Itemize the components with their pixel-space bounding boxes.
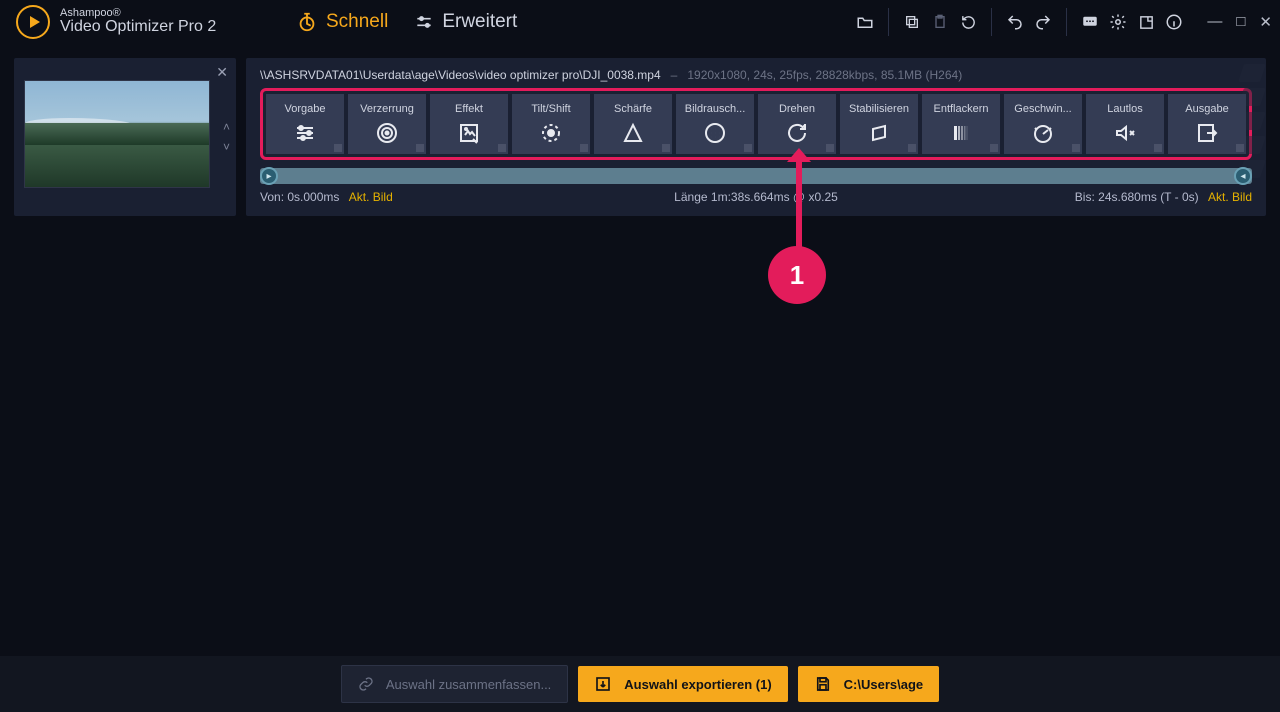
paste-icon[interactable] bbox=[931, 13, 949, 31]
timeline-handle-end[interactable]: ◂ bbox=[1234, 167, 1252, 185]
video-thumbnail[interactable] bbox=[24, 80, 210, 188]
close-button[interactable]: ✕ bbox=[1259, 13, 1272, 31]
entflackern-icon bbox=[949, 121, 973, 145]
window-icon[interactable] bbox=[1137, 13, 1155, 31]
tool-verzerrung[interactable]: Verzerrung bbox=[348, 94, 426, 154]
annotation-badge: 1 bbox=[768, 246, 826, 304]
footer-bar: Auswahl zusammenfassen... Auswahl export… bbox=[0, 656, 1280, 712]
redo-icon[interactable] bbox=[1034, 13, 1052, 31]
stopwatch-icon bbox=[296, 11, 318, 33]
tool-vorgabe[interactable]: Vorgabe bbox=[266, 94, 344, 154]
drehen-icon bbox=[785, 121, 809, 145]
to-label: Bis: bbox=[1075, 190, 1095, 204]
mode-advanced[interactable]: Erweitert bbox=[414, 11, 517, 33]
thumb-next-icon[interactable]: ˅ bbox=[223, 140, 230, 154]
tool-label: Tilt/Shift bbox=[527, 103, 574, 115]
annotation-arrow bbox=[796, 160, 802, 250]
from-value: 0s.000ms bbox=[287, 190, 339, 204]
titlebar: Ashampoo® Video Optimizer Pro 2 Schnell … bbox=[0, 0, 1280, 44]
mode-fast-label: Schnell bbox=[326, 11, 388, 33]
tool-entflackern[interactable]: Entflackern bbox=[922, 94, 1000, 154]
tool-label: Bildrausch... bbox=[681, 103, 750, 115]
geschwindigkeit-icon bbox=[1031, 121, 1055, 145]
tool-label: Stabilisieren bbox=[845, 103, 913, 115]
schaerfe-icon bbox=[621, 121, 645, 145]
merge-label: Auswahl zusammenfassen... bbox=[386, 677, 551, 692]
length-value: 1m:38s.664ms @ x0.25 bbox=[711, 190, 838, 204]
from-label: Von: bbox=[260, 190, 284, 204]
tool-label: Schärfe bbox=[610, 103, 656, 115]
feedback-icon[interactable] bbox=[1081, 13, 1099, 31]
length-label: Länge bbox=[674, 190, 707, 204]
timeline-track[interactable]: ▸ ◂ bbox=[260, 168, 1252, 184]
undo-icon[interactable] bbox=[1006, 13, 1024, 31]
tool-lautlos[interactable]: Lautlos bbox=[1086, 94, 1164, 154]
link-icon bbox=[358, 676, 374, 692]
mode-fast[interactable]: Schnell bbox=[296, 11, 388, 33]
sliders-icon bbox=[414, 12, 434, 32]
export-label: Auswahl exportieren (1) bbox=[624, 677, 771, 692]
tool-ausgabe[interactable]: Ausgabe bbox=[1168, 94, 1246, 154]
merge-selection-button: Auswahl zusammenfassen... bbox=[341, 665, 568, 703]
tool-label: Geschwin... bbox=[1010, 103, 1075, 115]
stabilisieren-icon bbox=[867, 121, 891, 145]
window-controls: — □ ✕ bbox=[1207, 13, 1272, 31]
verzerrung-icon bbox=[375, 121, 399, 145]
tool-label: Effekt bbox=[451, 103, 487, 115]
tool-geschwindigkeit[interactable]: Geschwin... bbox=[1004, 94, 1082, 154]
file-meta: 1920x1080, 24s, 25fps, 28828kbps, 85.1MB… bbox=[687, 68, 962, 82]
app-logo: Ashampoo® Video Optimizer Pro 2 bbox=[16, 5, 276, 39]
titlebar-actions bbox=[842, 8, 1197, 36]
tiltshift-icon bbox=[539, 121, 563, 145]
editor-panel: \\ASHSRVDATA01\Userdata\age\Videos\video… bbox=[246, 58, 1266, 216]
settings-icon[interactable] bbox=[1109, 13, 1127, 31]
tool-label: Ausgabe bbox=[1181, 103, 1232, 115]
to-value: 24s.680ms (T - 0s) bbox=[1098, 190, 1198, 204]
minimize-button[interactable]: — bbox=[1207, 13, 1222, 31]
info-icon[interactable] bbox=[1165, 13, 1183, 31]
thumbnail-panel: ✕ ˄ ˅ bbox=[14, 58, 236, 216]
from-current-frame[interactable]: Akt. Bild bbox=[349, 190, 393, 204]
effekt-icon bbox=[457, 121, 481, 145]
save-icon bbox=[814, 675, 832, 693]
brand-big: Video Optimizer Pro 2 bbox=[60, 19, 216, 36]
lautlos-icon bbox=[1113, 121, 1137, 145]
mode-tabs: Schnell Erweitert bbox=[296, 11, 517, 33]
copy-icon[interactable] bbox=[903, 13, 921, 31]
export-icon bbox=[594, 675, 612, 693]
play-logo-icon bbox=[16, 5, 50, 39]
file-path: \\ASHSRVDATA01\Userdata\age\Videos\video… bbox=[260, 68, 661, 82]
export-selection-button[interactable]: Auswahl exportieren (1) bbox=[578, 666, 787, 702]
folder-open-icon[interactable] bbox=[856, 13, 874, 31]
tool-stabilisieren[interactable]: Stabilisieren bbox=[840, 94, 918, 154]
tool-label: Entflackern bbox=[929, 103, 992, 115]
mode-advanced-label: Erweitert bbox=[442, 11, 517, 33]
thumbnail-close-icon[interactable]: ✕ bbox=[216, 64, 228, 81]
maximize-button[interactable]: □ bbox=[1236, 13, 1245, 31]
timeline-handle-start[interactable]: ▸ bbox=[260, 167, 278, 185]
tool-schaerfe[interactable]: Schärfe bbox=[594, 94, 672, 154]
vorgabe-icon bbox=[293, 121, 317, 145]
tool-strip: Vorgabe Verzerrung Effekt Tilt/Shift Schärfe… bbox=[260, 88, 1252, 160]
tool-drehen[interactable]: Drehen bbox=[758, 94, 836, 154]
refresh-icon[interactable] bbox=[959, 13, 977, 31]
tool-effekt[interactable]: Effekt bbox=[430, 94, 508, 154]
tool-label: Vorgabe bbox=[281, 103, 330, 115]
tool-label: Verzerrung bbox=[356, 103, 418, 115]
thumb-prev-icon[interactable]: ˄ bbox=[223, 120, 230, 134]
tool-tiltshift[interactable]: Tilt/Shift bbox=[512, 94, 590, 154]
ausgabe-icon bbox=[1195, 121, 1219, 145]
output-path-label: C:\Users\age bbox=[844, 677, 923, 692]
tool-bildrauschen[interactable]: Bildrausch... bbox=[676, 94, 754, 154]
tool-label: Drehen bbox=[775, 103, 819, 115]
output-path-button[interactable]: C:\Users\age bbox=[798, 666, 939, 702]
file-info-line: \\ASHSRVDATA01\Userdata\age\Videos\video… bbox=[260, 68, 1252, 82]
tool-label: Lautlos bbox=[1103, 103, 1146, 115]
to-current-frame[interactable]: Akt. Bild bbox=[1208, 190, 1252, 204]
bildrauschen-icon bbox=[703, 121, 727, 145]
timeline-info: Von: 0s.000ms Akt. Bild Länge 1m:38s.664… bbox=[260, 190, 1252, 204]
